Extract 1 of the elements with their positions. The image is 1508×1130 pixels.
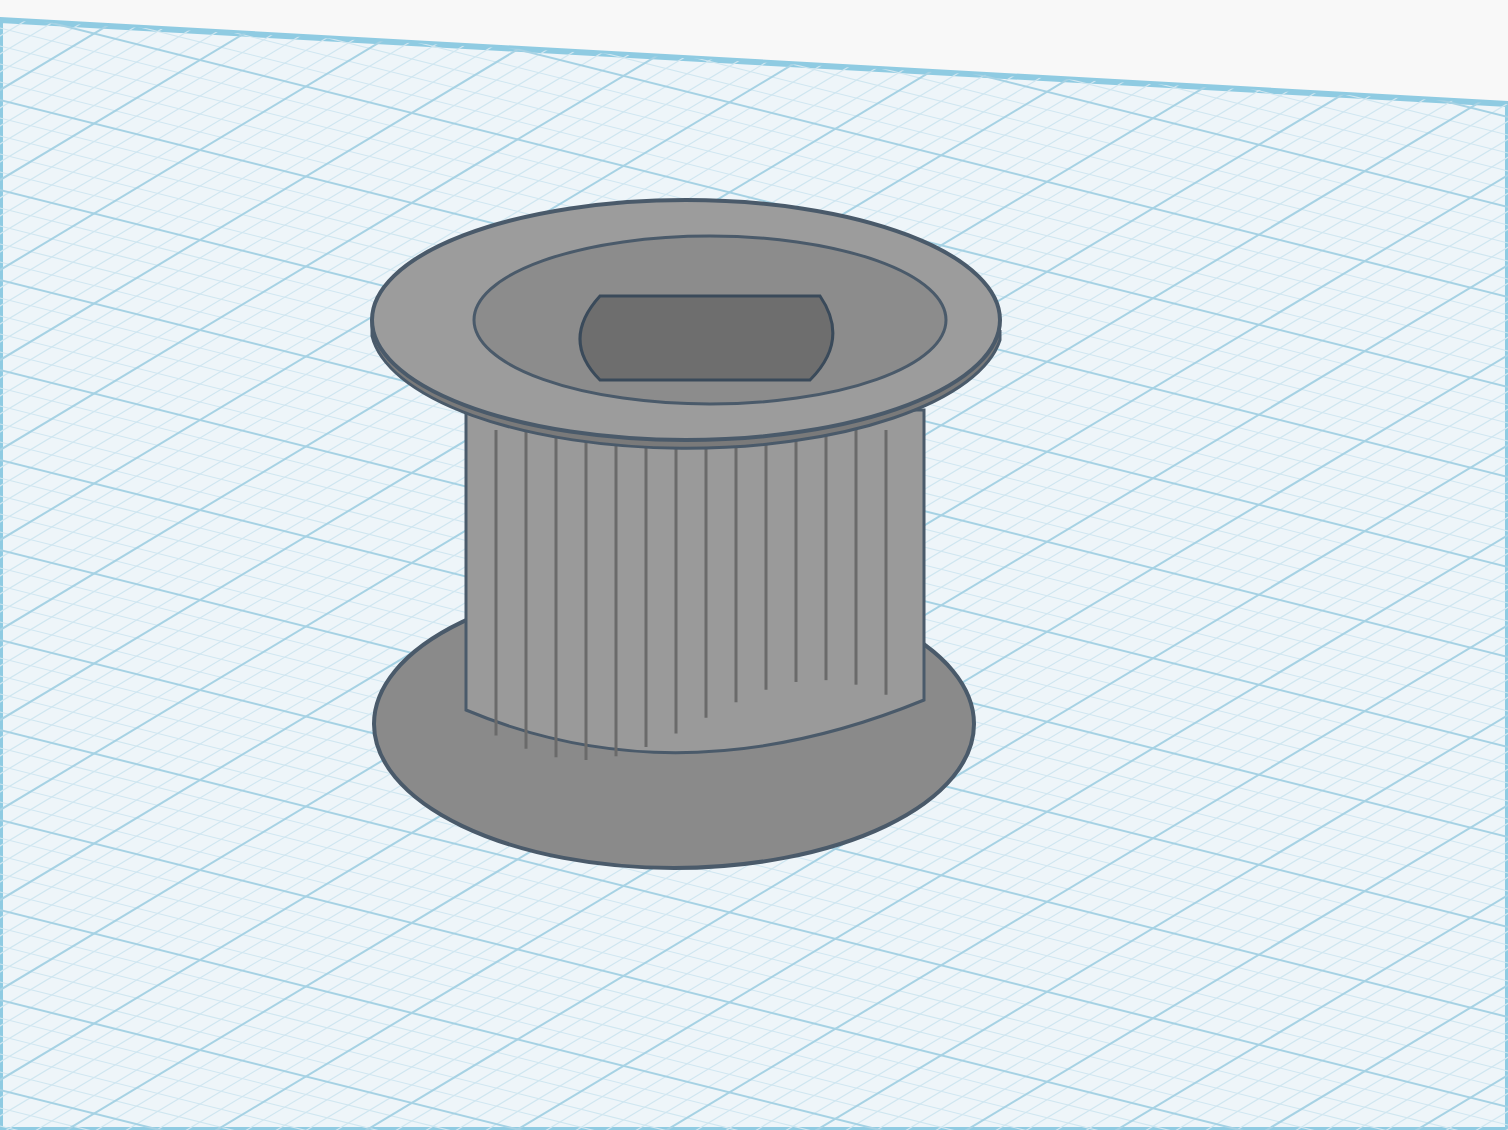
pulley-drawing[interactable]: [370, 198, 1002, 870]
